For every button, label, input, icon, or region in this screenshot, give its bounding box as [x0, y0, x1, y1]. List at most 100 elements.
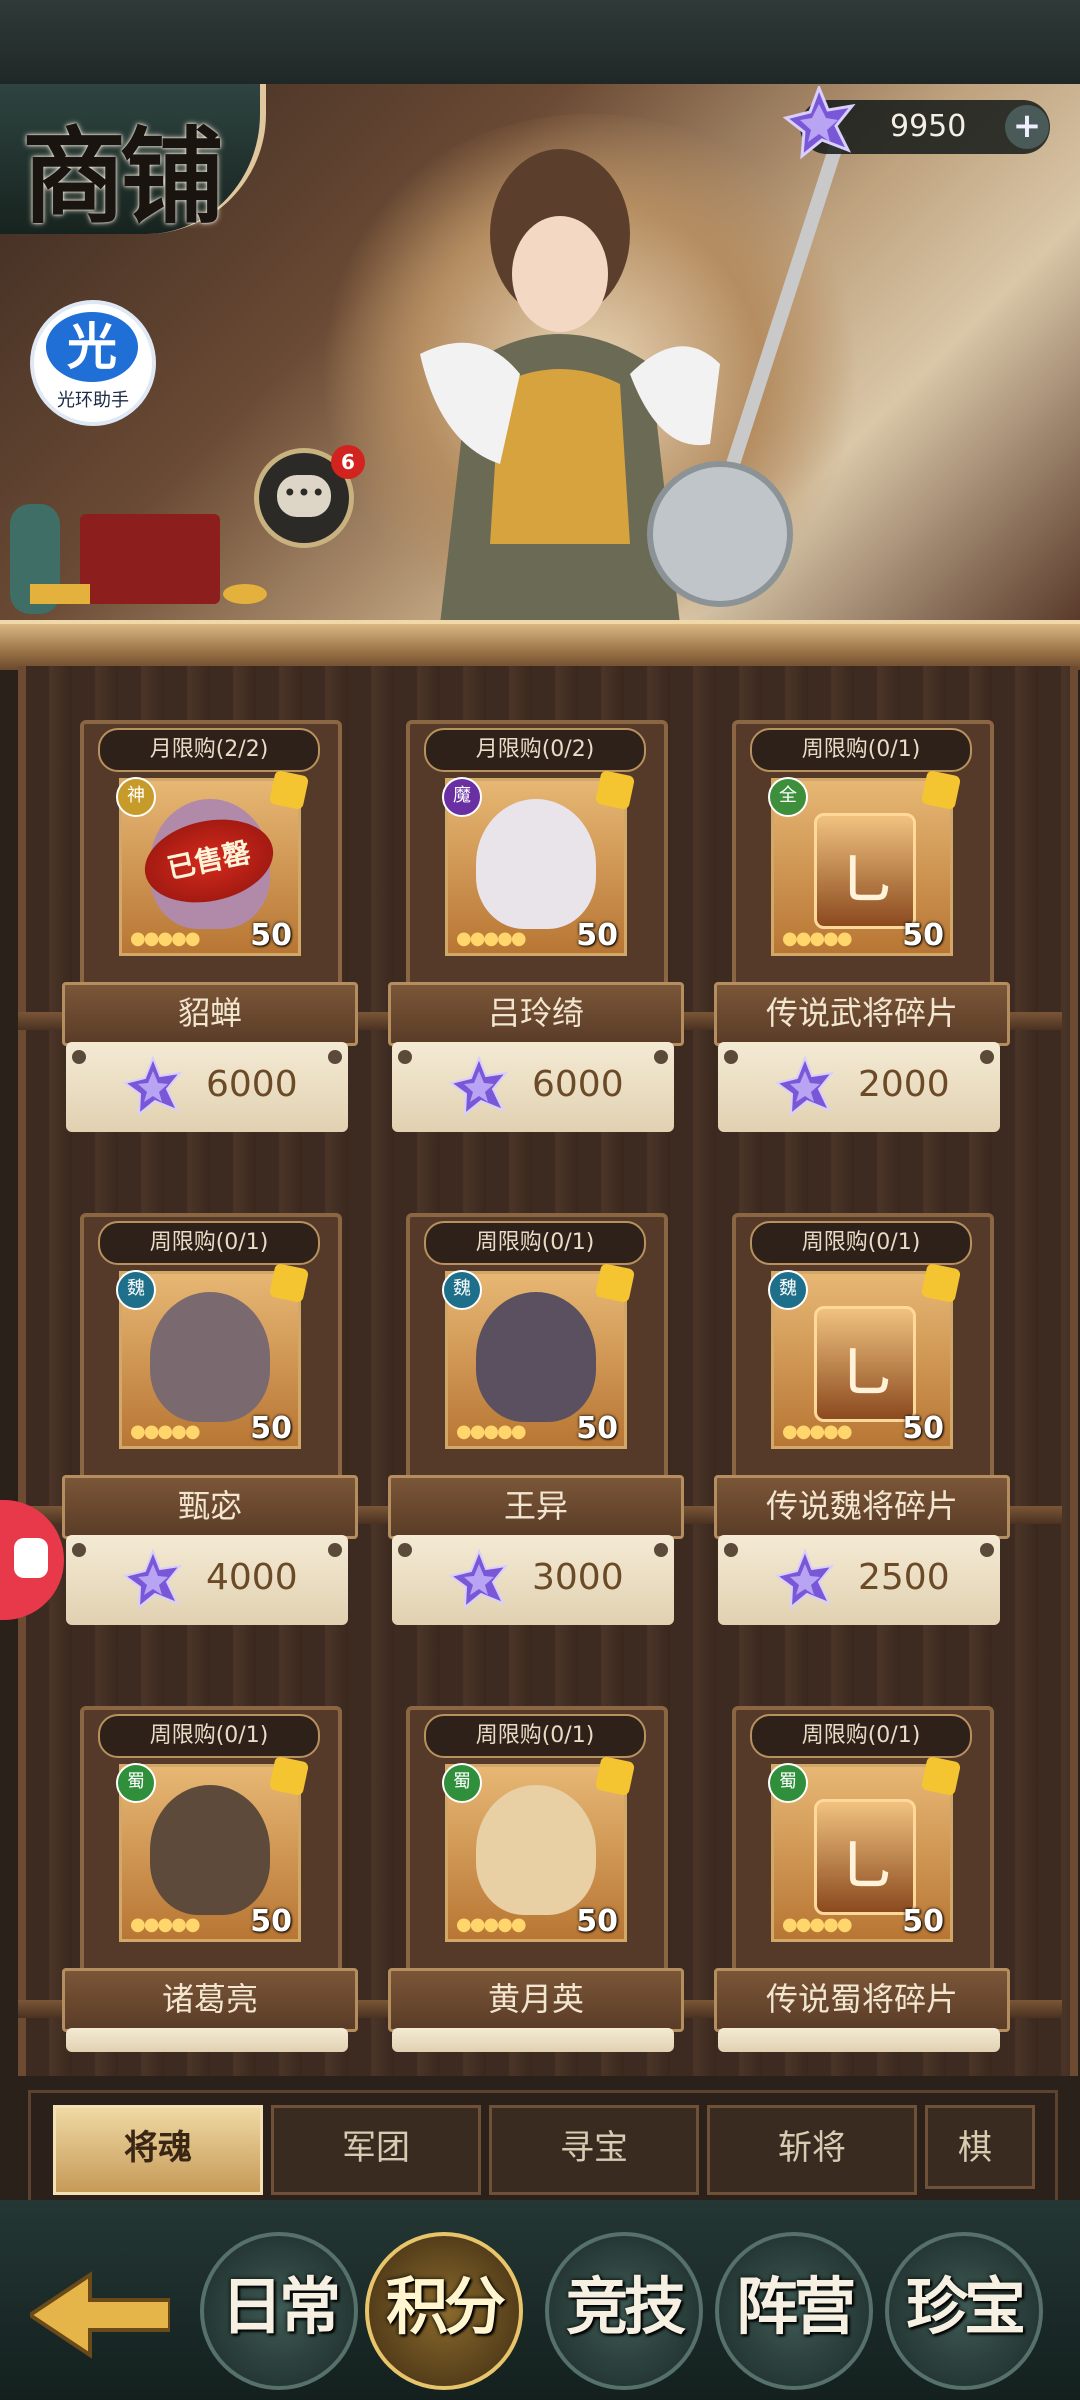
- purple-gem-icon: [774, 1056, 835, 1117]
- nav-points[interactable]: 积分: [365, 2232, 523, 2390]
- nav-arena-label: 竞技: [565, 2270, 686, 2343]
- item-price: 6000: [206, 1064, 298, 1105]
- shop-item-card[interactable]: 周限购(0/1) 蜀 ●●●●● 50 诸葛亮: [62, 1706, 358, 2126]
- price-tag[interactable]: 6000: [392, 1042, 674, 1132]
- nav-arena[interactable]: 竞技: [545, 2232, 703, 2390]
- star-rating: ●●●●●: [130, 1914, 201, 1935]
- item-portrait: 神 ●●●●● 50 已售罄: [116, 769, 310, 956]
- tab-juntuan[interactable]: 军团: [271, 2105, 481, 2195]
- tab-xunbao[interactable]: 寻宝: [489, 2105, 699, 2195]
- helper-button[interactable]: 光 光环助手: [30, 300, 156, 426]
- purple-gem-icon: [782, 86, 856, 160]
- puzzle-piece-icon: [268, 1262, 310, 1304]
- nav-daily[interactable]: 日常: [200, 2232, 358, 2390]
- item-name: 甄宓: [62, 1475, 358, 1539]
- helper-icon: 光: [46, 312, 138, 382]
- purchase-limit: 周限购(0/1): [98, 1714, 320, 1758]
- hero-portrait: [150, 1292, 270, 1422]
- shop-item-card[interactable]: 月限购(2/2) 神 ●●●●● 50 已售罄 貂蝉 6000: [62, 720, 358, 1140]
- item-price: 6000: [532, 1064, 624, 1105]
- item-price: 2000: [858, 1064, 950, 1105]
- purple-gem-icon: [448, 1056, 509, 1117]
- helper-label: 光环助手: [57, 390, 129, 411]
- item-count: 50: [250, 918, 292, 953]
- price-tag[interactable]: 2000: [718, 1042, 1000, 1132]
- status-strip: [0, 0, 1080, 84]
- shelf-header: [0, 620, 1080, 670]
- item-portrait: 魏 ●●●●● 50: [116, 1262, 310, 1449]
- item-count: 50: [250, 1411, 292, 1446]
- price-tag[interactable]: 2500: [718, 1535, 1000, 1625]
- star-rating: ●●●●●: [130, 928, 201, 949]
- puzzle-piece-icon: [268, 1755, 310, 1797]
- item-count: 50: [576, 1904, 618, 1939]
- star-rating: ●●●●●: [782, 1914, 853, 1935]
- hero-portrait: [476, 799, 596, 929]
- shop-item-card[interactable]: 周限购(0/1) 魏 ●●●●● 50 王异 3000: [388, 1213, 684, 1633]
- puzzle-piece-icon: [920, 769, 962, 811]
- item-name: 王异: [388, 1475, 684, 1539]
- chat-icon: •••: [277, 475, 331, 517]
- tab-zhanjiang[interactable]: 斩将: [707, 2105, 917, 2195]
- add-currency-button[interactable]: +: [1005, 105, 1049, 149]
- item-name: 貂蝉: [62, 982, 358, 1046]
- price-tag[interactable]: 4000: [66, 1535, 348, 1625]
- nail-decoration: [328, 1543, 342, 1557]
- item-name: 黄月英: [388, 1968, 684, 2032]
- tab-qi[interactable]: 棋: [925, 2105, 1035, 2189]
- legend-fragment-emblem-icon: 乚: [814, 1306, 916, 1422]
- chat-button[interactable]: ••• 6: [254, 445, 365, 548]
- purchase-limit: 周限购(0/1): [750, 728, 972, 772]
- shop-item-card[interactable]: 月限购(0/2) 魔 ●●●●● 50 吕玲绮 6000: [388, 720, 684, 1140]
- puzzle-piece-icon: [594, 1755, 636, 1797]
- legend-fragment-emblem-icon: 乚: [814, 1799, 916, 1915]
- price-tag[interactable]: [718, 2028, 1000, 2052]
- legend-fragment-emblem-icon: 乚: [814, 813, 916, 929]
- item-count: 50: [576, 918, 618, 953]
- hero-portrait: [476, 1785, 596, 1915]
- item-name: 传说魏将碎片: [714, 1475, 1010, 1539]
- item-count: 50: [576, 1411, 618, 1446]
- item-name: 诸葛亮: [62, 1968, 358, 2032]
- back-arrow-icon[interactable]: [30, 2270, 170, 2360]
- price-tag[interactable]: [66, 2028, 348, 2052]
- nail-decoration: [980, 1050, 994, 1064]
- shop-item-card[interactable]: 周限购(0/1) 乚全 ●●●●● 50 传说武将碎片 2000: [714, 720, 1010, 1140]
- item-price: 3000: [532, 1557, 624, 1598]
- shop-item-card[interactable]: 周限购(0/1) 乚蜀 ●●●●● 50 传说蜀将碎片: [714, 1706, 1010, 2126]
- star-rating: ●●●●●: [456, 928, 527, 949]
- currency-value: 9950: [890, 109, 967, 144]
- puzzle-piece-icon: [594, 769, 636, 811]
- purchase-limit: 周限购(0/1): [424, 1221, 646, 1265]
- shop-item-card[interactable]: 周限购(0/1) 蜀 ●●●●● 50 黄月英: [388, 1706, 684, 2126]
- item-portrait: 乚全 ●●●●● 50: [768, 769, 962, 956]
- price-tag[interactable]: [392, 2028, 674, 2052]
- nav-daily-label: 日常: [220, 2270, 341, 2343]
- price-tag[interactable]: 6000: [66, 1042, 348, 1132]
- faction-badge: 蜀: [116, 1763, 156, 1803]
- item-portrait: 蜀 ●●●●● 50: [442, 1755, 636, 1942]
- hero-portrait: [150, 1785, 270, 1915]
- item-portrait: 蜀 ●●●●● 50: [116, 1755, 310, 1942]
- purchase-limit: 周限购(0/1): [98, 1221, 320, 1265]
- nail-decoration: [72, 1543, 86, 1557]
- nail-decoration: [654, 1050, 668, 1064]
- purchase-limit: 月限购(2/2): [98, 728, 320, 772]
- star-rating: ●●●●●: [782, 1421, 853, 1442]
- shop-item-card[interactable]: 周限购(0/1) 乚魏 ●●●●● 50 传说魏将碎片 2500: [714, 1213, 1010, 1633]
- nav-camp[interactable]: 阵营: [715, 2232, 873, 2390]
- puzzle-piece-icon: [920, 1755, 962, 1797]
- nail-decoration: [724, 1543, 738, 1557]
- price-tag[interactable]: 3000: [392, 1535, 674, 1625]
- nail-decoration: [328, 1050, 342, 1064]
- nail-decoration: [398, 1050, 412, 1064]
- star-rating: ●●●●●: [782, 928, 853, 949]
- faction-badge: 蜀: [768, 1763, 808, 1803]
- star-rating: ●●●●●: [130, 1421, 201, 1442]
- nav-treasure[interactable]: 珍宝: [885, 2232, 1043, 2390]
- star-rating: ●●●●●: [456, 1914, 527, 1935]
- currency-display: 9950 +: [782, 86, 1050, 160]
- faction-badge: 魏: [116, 1270, 156, 1310]
- shop-item-card[interactable]: 周限购(0/1) 魏 ●●●●● 50 甄宓 4000: [62, 1213, 358, 1633]
- tab-jianghun[interactable]: 将魂: [53, 2105, 263, 2195]
